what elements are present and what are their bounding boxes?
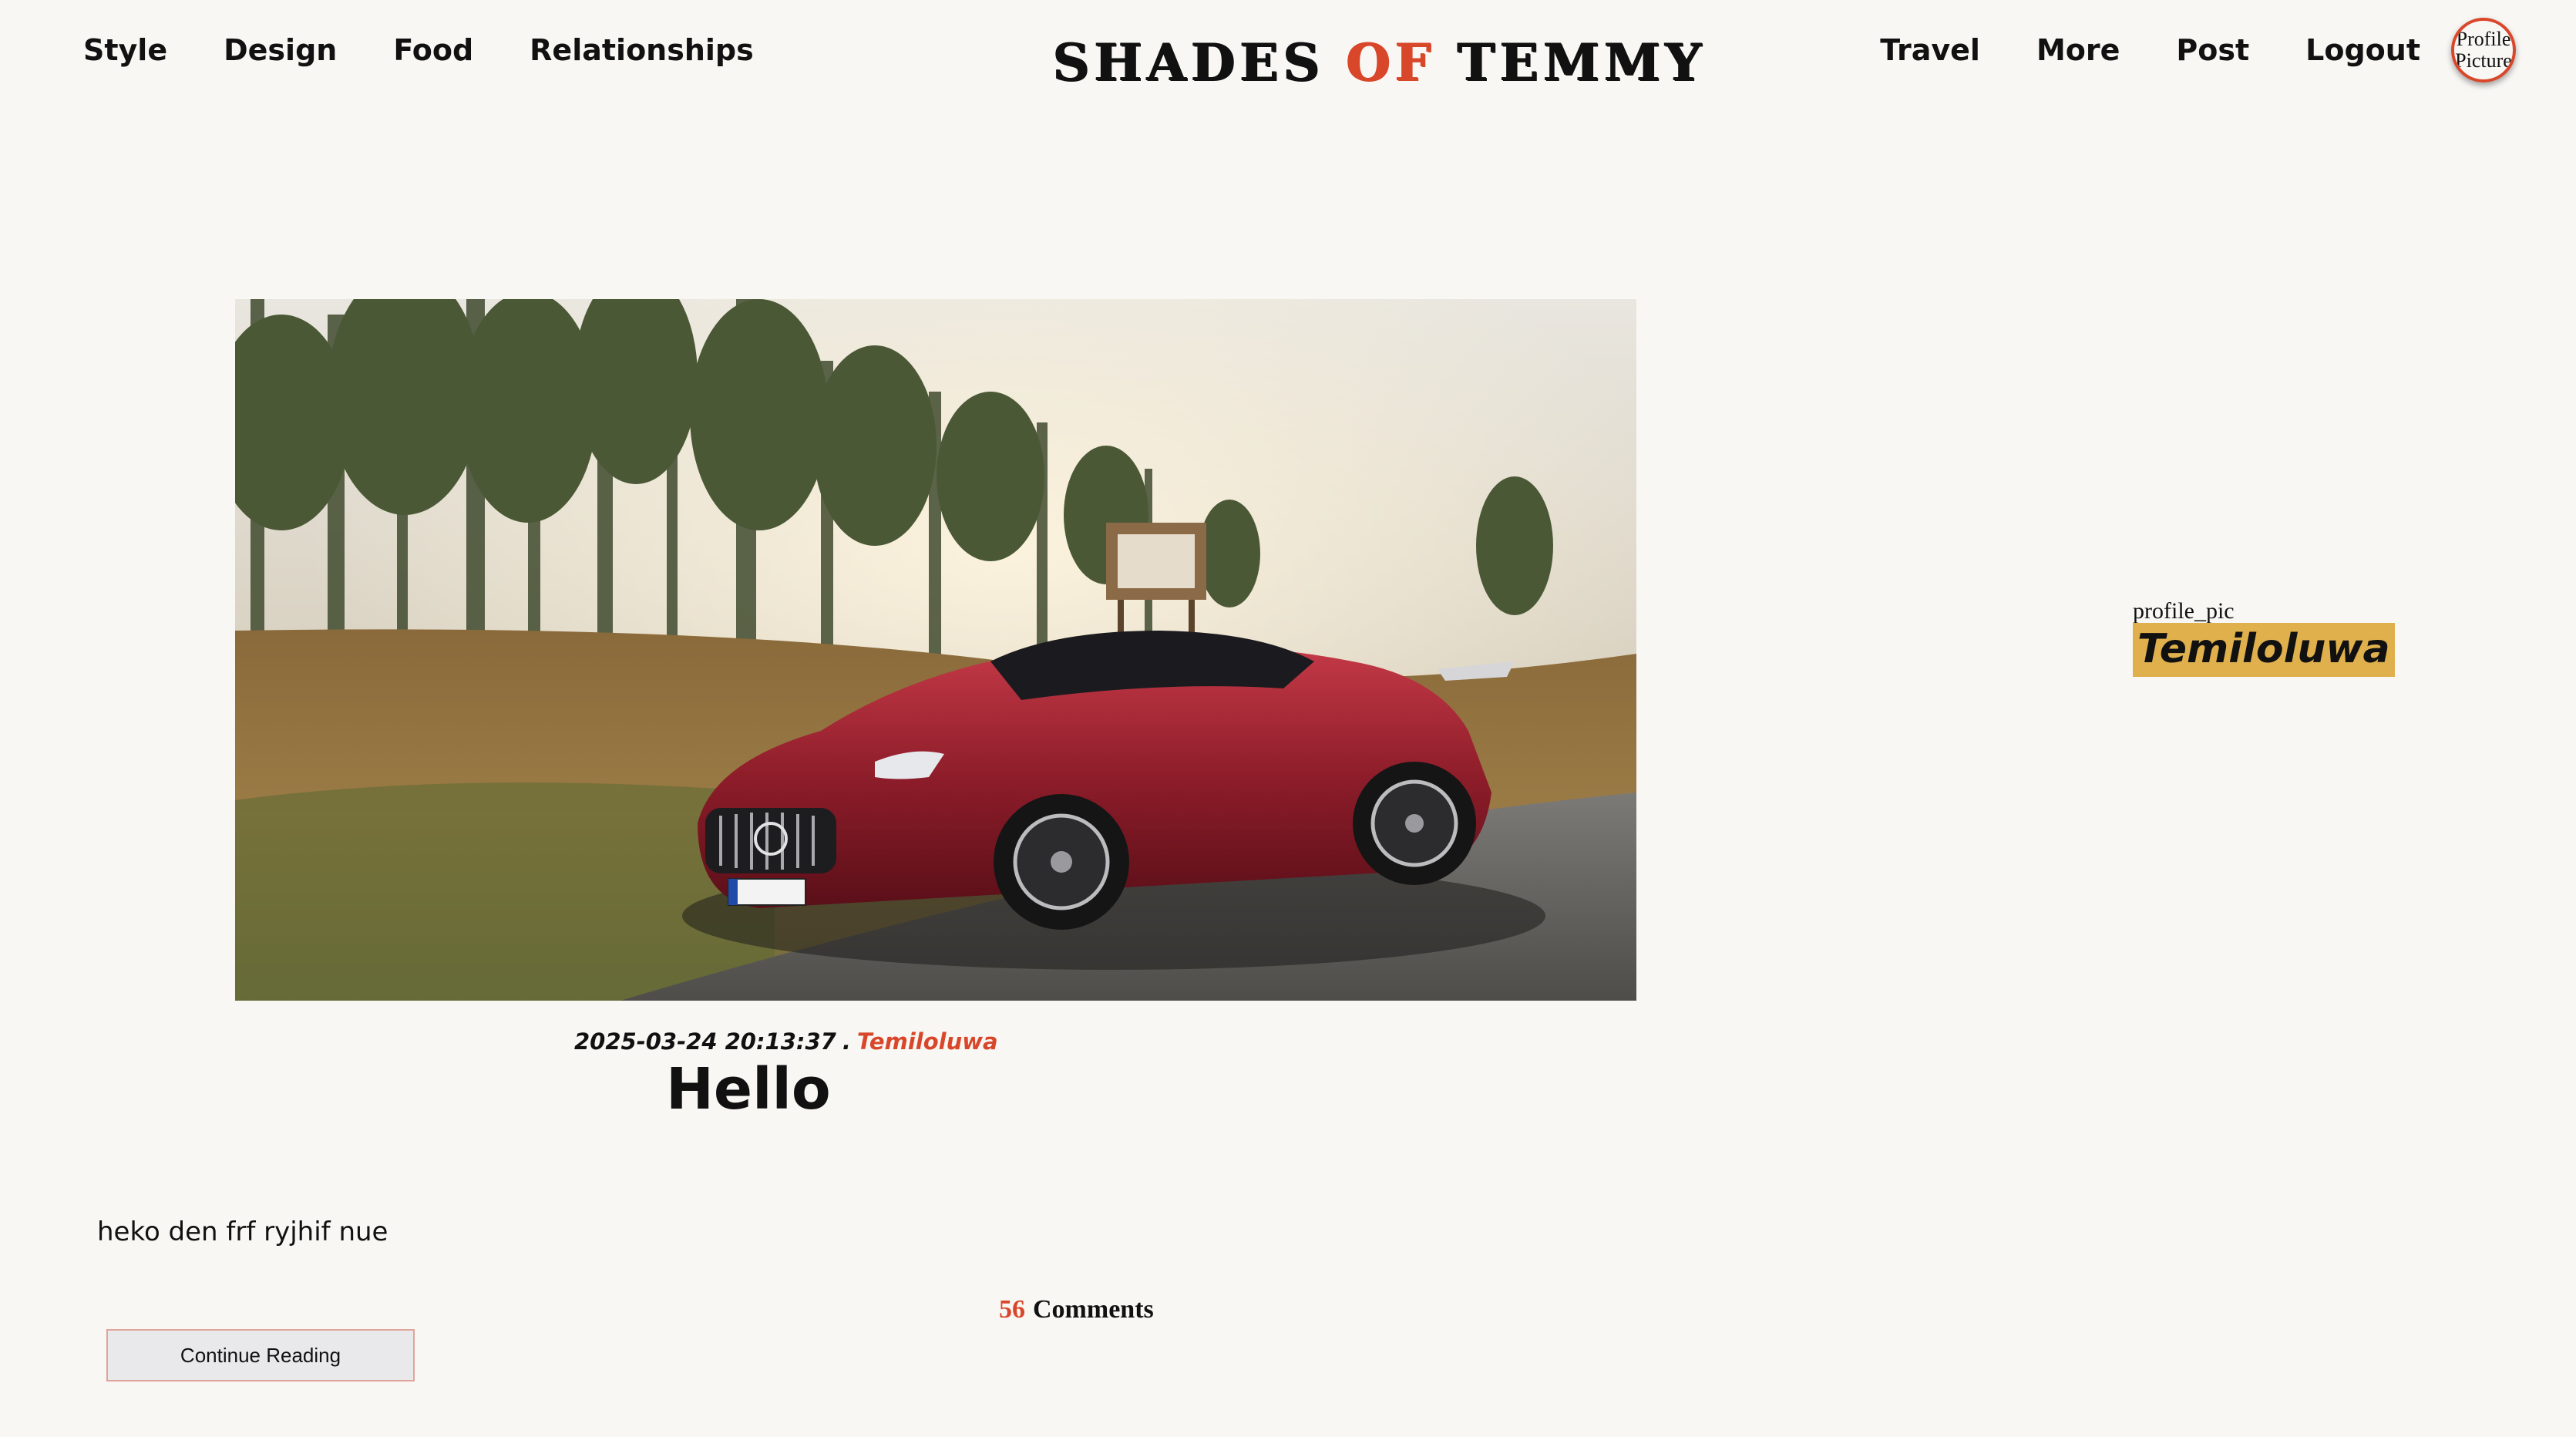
nav-link-style[interactable]: Style — [83, 33, 167, 67]
profile-picture-avatar[interactable]: Profile Picture — [2451, 18, 2516, 82]
nav-link-travel[interactable]: Travel — [1880, 33, 1980, 67]
post-featured-image[interactable] — [235, 299, 1636, 1001]
sidebar-profile-pic: profile_pic — [2133, 598, 2235, 624]
sidebar-author-card: profile_pic Temiloluwa — [2133, 598, 2395, 677]
primary-nav-left: Style Design Food Relationships — [83, 23, 810, 77]
post-excerpt: heko den frf ryjhif nue — [97, 1217, 388, 1247]
site-logo-word-3: TEMMY — [1457, 32, 1707, 93]
post-title[interactable]: Hello — [666, 1056, 831, 1122]
sidebar-author-name[interactable]: Temiloluwa — [2133, 623, 2395, 677]
post-author-link[interactable]: Temiloluwa — [857, 1028, 998, 1055]
comments-label: Comments — [1033, 1295, 1154, 1324]
post-meta-separator: . — [842, 1028, 851, 1055]
site-logo-word-1: SHADES — [1053, 32, 1325, 93]
comments-count: 56 — [999, 1295, 1025, 1324]
nav-link-food[interactable]: Food — [393, 33, 473, 67]
page: Style Design Food Relationships SHADES O… — [0, 0, 2576, 1437]
comments-count-link[interactable]: 56 Comments — [999, 1295, 1154, 1324]
post-date: 2025-03-24 20:13:37 — [574, 1028, 836, 1055]
nav-link-relationships[interactable]: Relationships — [530, 33, 754, 67]
site-logo-word-2: OF — [1346, 32, 1436, 93]
car-photo-icon — [235, 299, 1636, 1001]
post-meta: 2025-03-24 20:13:37. Temiloluwa — [574, 1028, 998, 1055]
nav-link-post[interactable]: Post — [2176, 33, 2249, 67]
nav-link-design[interactable]: Design — [224, 33, 337, 67]
nav-link-more[interactable]: More — [2036, 33, 2120, 67]
continue-reading-button[interactable]: Continue Reading — [106, 1329, 415, 1381]
primary-nav-right: Travel More Post Logout Profile Picture — [1880, 18, 2516, 82]
nav-link-logout[interactable]: Logout — [2305, 33, 2420, 67]
site-logo[interactable]: SHADES OF TEMMY — [1053, 28, 1706, 97]
